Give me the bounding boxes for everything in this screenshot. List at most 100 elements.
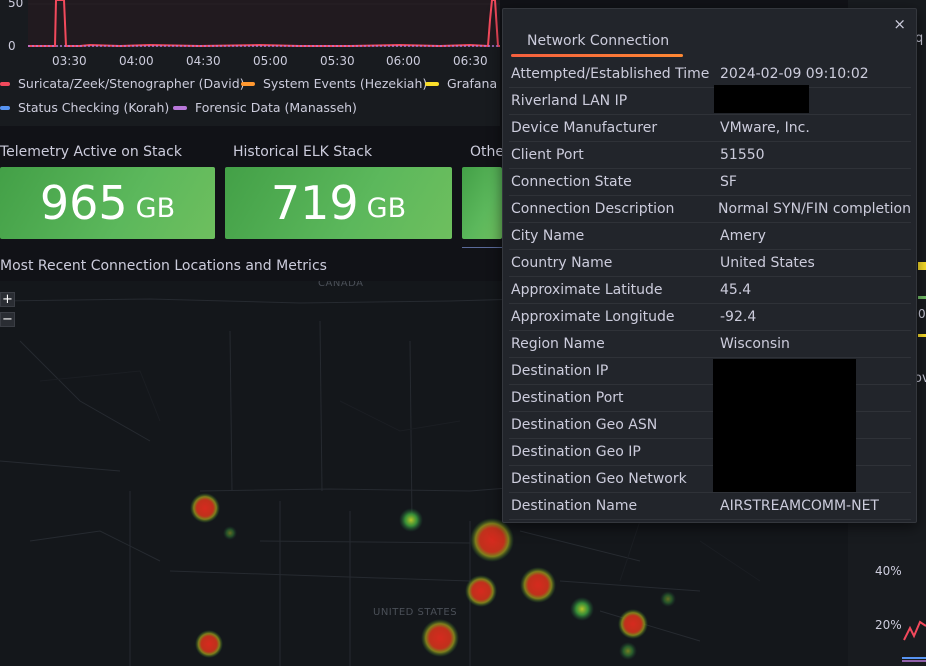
tooltip-row-key: Approximate Longitude — [511, 309, 675, 325]
close-icon[interactable]: × — [893, 15, 906, 33]
map-label-canada: CANADA — [318, 281, 364, 289]
tooltip-row: Country Name United States — [509, 250, 911, 277]
tooltip-row-key: Destination Geo Network — [511, 471, 687, 487]
tooltip-row-value: AIRSTREAMCOMM-NET — [720, 498, 879, 514]
legend-swatch — [241, 81, 255, 86]
stat-panel-historical: 719 GB — [225, 167, 452, 239]
stat-value: 965 — [39, 176, 128, 230]
tab-network-connection[interactable]: Network Connection — [527, 33, 669, 49]
heat-spot[interactable] — [619, 642, 637, 660]
legend-label: Status Checking (Korah) — [18, 100, 170, 115]
divider — [462, 247, 502, 248]
tooltip-row-value: 51550 — [720, 147, 765, 163]
redaction-block — [714, 85, 809, 113]
x-tick: 04:00 — [119, 54, 154, 68]
legend-label: Forensic Data (Manasseh) — [195, 100, 357, 115]
legend-label: System Events (Hezekiah) — [263, 76, 428, 91]
tooltip-row-value: -92.4 — [720, 309, 757, 325]
map-label-united-states: UNITED STATES — [373, 607, 458, 618]
y-tick: 40% — [875, 564, 902, 578]
tooltip-row: Region Name Wisconsin — [509, 331, 911, 358]
tooltip-row: Connection State SF — [509, 169, 911, 196]
tooltip-row-value: Amery — [720, 228, 766, 244]
tooltip-row-key: Attempted/Established Time — [511, 66, 710, 82]
tooltip-row-key: Region Name — [511, 336, 605, 352]
legend-swatch — [173, 105, 187, 110]
tooltip-row-key: Approximate Latitude — [511, 282, 663, 298]
x-tick: 05:00 — [253, 54, 288, 68]
stat-panel-other — [462, 167, 502, 239]
stat-title: Telemetry Active on Stack — [0, 144, 182, 160]
legend-label: Suricata/Zeek/Stenographer (David) — [18, 76, 245, 91]
legend-label: Grafana ( — [447, 76, 506, 91]
tooltip-row-value: SF — [720, 174, 737, 190]
x-tick: 06:30 — [453, 54, 488, 68]
legend-item[interactable]: System Events (Hezekiah) — [241, 76, 427, 91]
stat-value: 719 — [270, 176, 359, 230]
tooltip-row-key: Riverland LAN IP — [511, 93, 628, 109]
x-tick: 06:00 — [386, 54, 421, 68]
heat-spot[interactable] — [660, 591, 676, 607]
mini-chart — [902, 620, 926, 662]
tooltip-row: Device Manufacturer VMware, Inc. — [509, 115, 911, 142]
heat-spot[interactable] — [190, 493, 220, 523]
tooltip-row-key: Destination IP — [511, 363, 609, 379]
tooltip-row: Riverland LAN IP — [509, 88, 911, 115]
x-tick: 05:30 — [320, 54, 355, 68]
heat-spot[interactable] — [570, 597, 594, 621]
heat-spot[interactable] — [470, 518, 514, 562]
legend-item[interactable]: Forensic Data (Manasseh) — [173, 100, 357, 115]
heat-spot[interactable] — [421, 619, 459, 657]
zoom-in-button[interactable]: + — [0, 292, 15, 307]
tooltip-row-key: Connection Description — [511, 201, 675, 217]
stat-unit: GB — [135, 192, 176, 224]
heat-spot[interactable] — [223, 526, 237, 540]
tooltip-row: Connection Description Normal SYN/FIN com… — [509, 196, 911, 223]
heat-spot[interactable] — [520, 567, 556, 603]
network-connection-tooltip[interactable]: × Network Connection Attempted/Establish… — [502, 8, 917, 523]
legend-swatch — [0, 81, 10, 86]
timeseries-panel: 50 0 03:30 04:00 04:30 05:00 05:30 06:00… — [0, 0, 506, 126]
y-tick: 20% — [875, 618, 902, 632]
tooltip-row: Client Port 51550 — [509, 142, 911, 169]
tooltip-row: Attempted/Established Time 2024-02-09 09:… — [509, 61, 911, 88]
heat-spot[interactable] — [465, 575, 497, 607]
legend-item[interactable]: Suricata/Zeek/Stenographer (David) — [0, 76, 245, 91]
tooltip-row-key: Device Manufacturer — [511, 120, 658, 136]
tooltip-row-key: Country Name — [511, 255, 613, 271]
legend-swatch — [0, 105, 10, 110]
x-tick: 03:30 — [52, 54, 87, 68]
tooltip-row-key: Client Port — [511, 147, 584, 163]
y-tick: 0 — [8, 39, 16, 53]
tooltip-row-value: United States — [720, 255, 815, 271]
tooltip-row-key: Connection State — [511, 174, 632, 190]
tooltip-row-key: Destination Name — [511, 498, 638, 514]
legend-item[interactable]: Status Checking (Korah) — [0, 100, 169, 115]
tooltip-row-value: VMware, Inc. — [720, 120, 810, 136]
map-title: Most Recent Connection Locations and Met… — [0, 258, 327, 274]
series-mark — [918, 262, 926, 270]
heat-spot[interactable] — [195, 630, 223, 658]
legend-swatch — [425, 81, 439, 86]
tooltip-row: City Name Amery — [509, 223, 911, 250]
heat-spot[interactable] — [618, 609, 648, 639]
y-tick: 50 — [8, 0, 24, 10]
tooltip-row: Approximate Latitude 45.4 — [509, 277, 911, 304]
stat-title: Historical ELK Stack — [233, 144, 373, 160]
tooltip-row-key: Destination Geo ASN — [511, 417, 658, 433]
stat-title: Othe — [470, 144, 504, 160]
zoom-out-button[interactable]: − — [0, 312, 15, 327]
legend-item[interactable]: Grafana ( — [425, 76, 506, 91]
heat-spot[interactable] — [399, 508, 423, 532]
tooltip-row-key: Destination Port — [511, 390, 624, 406]
tooltip-row: Approximate Longitude -92.4 — [509, 304, 911, 331]
tooltip-row-key: Destination Geo IP — [511, 444, 641, 460]
stat-unit: GB — [366, 192, 407, 224]
series-mark — [918, 296, 926, 299]
partial-label: 0 — [918, 307, 926, 321]
tooltip-row-key: City Name — [511, 228, 585, 244]
tooltip-row-value: Wisconsin — [720, 336, 790, 352]
tooltip-row: Destination Name AIRSTREAMCOMM-NET — [509, 493, 911, 520]
redaction-block — [713, 359, 856, 492]
timeseries-chart — [28, 0, 500, 48]
